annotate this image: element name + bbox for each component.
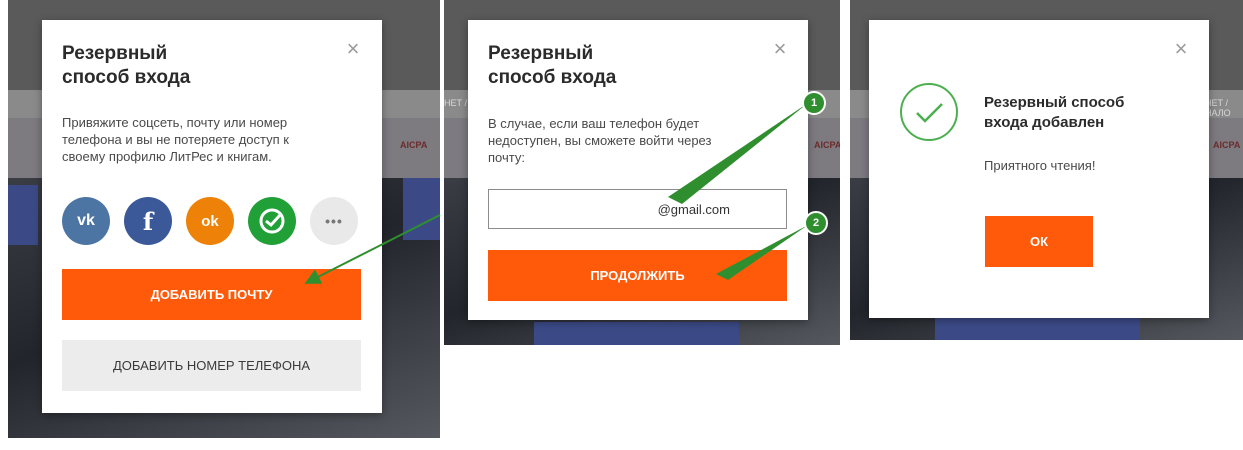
facebook-label: f bbox=[142, 206, 154, 236]
modal-title: Резервный способ входа bbox=[62, 43, 191, 88]
modal-title: Резервный способ входа bbox=[488, 43, 617, 88]
background-book-cover bbox=[403, 178, 440, 240]
continue-button[interactable]: ПРОДОЛЖИТЬ bbox=[488, 250, 787, 301]
close-icon[interactable]: × bbox=[344, 38, 362, 60]
panel-add-backup: AICPA × Резервный способ входа Привяжите… bbox=[8, 0, 440, 438]
ok-button[interactable]: ОК bbox=[985, 216, 1093, 267]
sberbank-icon[interactable] bbox=[248, 197, 296, 245]
more-label: ••• bbox=[325, 213, 343, 229]
panel-success: НЕТ / НАЛО AICPA × Резервный способ вход… bbox=[850, 0, 1243, 340]
success-modal: × Резервный способ входа добавлен Приятн… bbox=[869, 20, 1209, 318]
vk-label: vk bbox=[77, 212, 95, 229]
odnoklassniki-icon[interactable]: ok bbox=[186, 197, 234, 245]
success-message: Приятного чтения! bbox=[984, 158, 1096, 173]
background-brand: AICPA bbox=[1213, 140, 1241, 150]
background-book-cover bbox=[935, 318, 1140, 340]
enter-email-modal: × Резервный способ входа В случае, если … bbox=[468, 20, 808, 320]
add-phone-button[interactable]: ДОБАВИТЬ НОМЕР ТЕЛЕФОНА bbox=[62, 340, 361, 391]
background-book-cover bbox=[8, 185, 38, 245]
vk-icon[interactable]: vk bbox=[62, 197, 110, 245]
annotation-badge-2: 2 bbox=[804, 211, 828, 235]
success-check-icon bbox=[900, 83, 958, 141]
success-title: Резервный способ входа добавлен bbox=[984, 94, 1125, 131]
backup-login-modal: × Резервный способ входа Привяжите соцсе… bbox=[42, 20, 382, 413]
facebook-icon[interactable]: f bbox=[124, 197, 172, 245]
background-brand: AICPA bbox=[400, 140, 428, 150]
background-breadcrumb: НЕТ / НАЛО bbox=[1205, 98, 1231, 118]
add-email-button[interactable]: ДОБАВИТЬ ПОЧТУ bbox=[62, 269, 361, 320]
email-value: @gmail.com bbox=[657, 201, 730, 217]
more-icon[interactable]: ••• bbox=[310, 197, 358, 245]
modal-description: В случае, если ваш телефон будет недосту… bbox=[488, 116, 712, 165]
background-book-cover bbox=[534, 322, 739, 345]
background-brand: AICPA bbox=[814, 140, 840, 150]
odnoklassniki-label: ok bbox=[201, 212, 219, 230]
annotation-badge-1: 1 bbox=[802, 91, 826, 115]
panel-enter-email: НЕТ / НАЛО AICPA × Резервный способ вход… bbox=[444, 0, 840, 345]
close-icon[interactable]: × bbox=[771, 38, 789, 60]
modal-description: Привяжите соцсеть, почту или номер телеф… bbox=[62, 115, 289, 164]
email-input[interactable]: @gmail.com bbox=[488, 189, 787, 229]
close-icon[interactable]: × bbox=[1172, 38, 1190, 60]
sberbank-check-icon bbox=[259, 208, 285, 234]
